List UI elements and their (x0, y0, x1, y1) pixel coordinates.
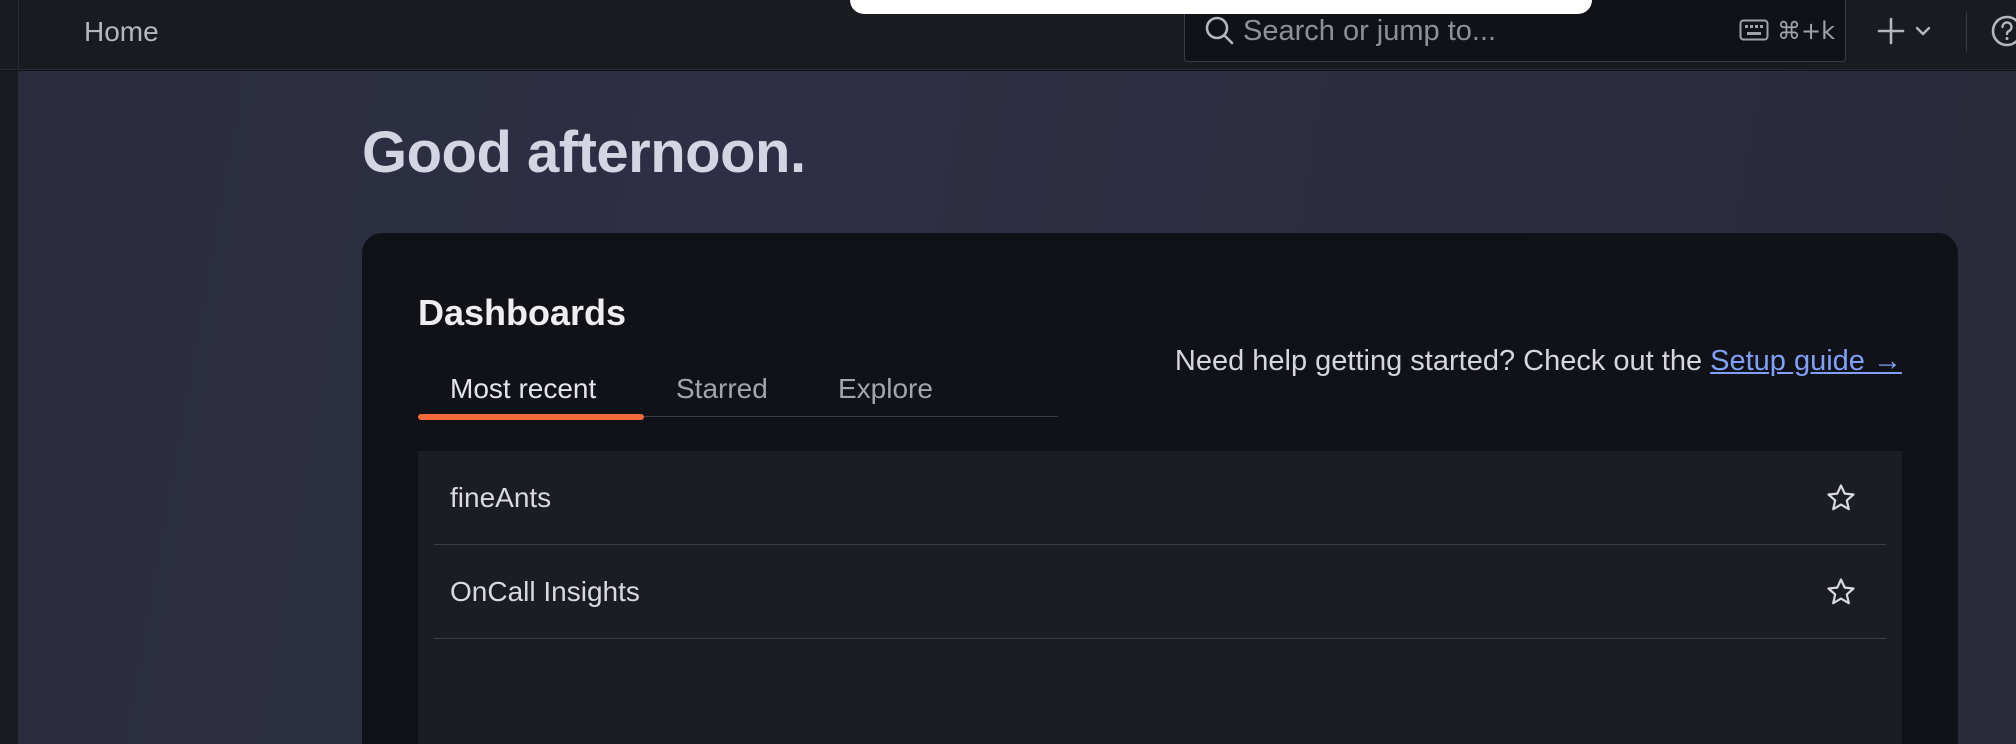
search-shortcut-hint: ⌘+k (1777, 17, 1836, 45)
topbar-divider (18, 0, 19, 70)
list-item[interactable]: fineAnts (434, 451, 1886, 545)
dashboard-list: fineAnts OnCall Insights (418, 451, 1902, 744)
setup-help-label: Need help getting started? Check out the (1174, 345, 1711, 377)
star-icon[interactable] (1826, 483, 1856, 513)
search-input[interactable]: Search or jump to... (1243, 13, 1496, 49)
sidebar-collapsed (0, 71, 19, 744)
tab-explore[interactable]: Explore (838, 361, 933, 417)
dashboard-link[interactable]: OnCall Insights (450, 574, 640, 610)
setup-help-text: Need help getting started? Check out the… (1175, 339, 1902, 383)
dashboards-tabs: Most recent Starred Explore (418, 361, 1058, 420)
top-navigation-bar: Home Search or jump to... ⌘+k (0, 0, 2016, 70)
overlay-popup-edge (850, 0, 1592, 14)
dashboard-link[interactable]: fineAnts (450, 480, 551, 516)
star-icon[interactable] (1826, 577, 1856, 607)
tab-most-recent[interactable]: Most recent (450, 361, 596, 417)
app-root: Home Search or jump to... ⌘+k Good after… (0, 0, 2016, 744)
list-item[interactable]: OnCall Insights (434, 545, 1886, 639)
breadcrumb-home[interactable]: Home (84, 14, 159, 50)
active-tab-indicator (418, 414, 644, 420)
dashboards-title: Dashboards (418, 292, 627, 333)
topbar-separator (1966, 12, 1967, 52)
search-icon (1205, 16, 1234, 45)
help-icon[interactable] (1990, 14, 2016, 48)
plus-icon (1877, 17, 1905, 45)
keyboard-icon (1739, 19, 1769, 41)
page-greeting: Good afternoon. (362, 120, 806, 185)
setup-guide-link[interactable]: Setup guide → (1710, 345, 1902, 377)
tab-starred[interactable]: Starred (676, 361, 768, 417)
new-menu-button[interactable] (1872, 12, 1938, 50)
dashboards-card: Dashboards Most recent Starred Explore N… (362, 233, 1958, 744)
chevron-down-icon (1915, 26, 1931, 36)
